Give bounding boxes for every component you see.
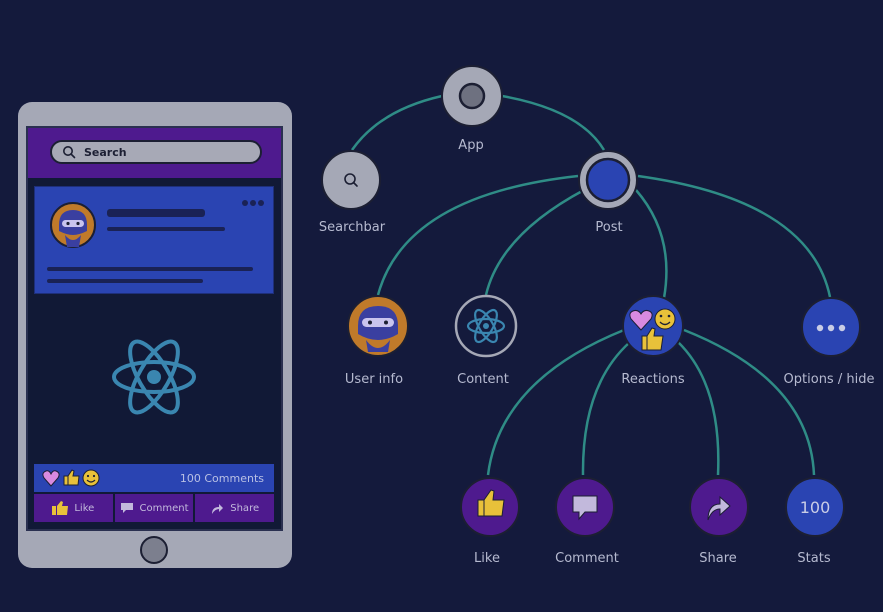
- node-post[interactable]: Post: [578, 150, 638, 235]
- node-label-share: Share: [699, 551, 737, 566]
- edge-reactions-share: [677, 341, 720, 476]
- node-content[interactable]: Content: [454, 294, 518, 387]
- node-label-like: Like: [474, 551, 500, 566]
- edge-app-post: [501, 94, 606, 151]
- node-label-post: Post: [595, 220, 622, 235]
- node-userinfo[interactable]: User info: [345, 295, 409, 387]
- edge-app-searchbar: [350, 94, 443, 151]
- node-label-content: Content: [457, 372, 509, 387]
- node-reactions[interactable]: Reactions: [621, 295, 685, 387]
- app-icon: [458, 82, 486, 110]
- edge-reactions-like: [486, 328, 625, 476]
- node-label-stats: Stats: [797, 551, 830, 566]
- node-options[interactable]: Options / hide: [784, 297, 875, 387]
- post-icon: [585, 157, 631, 203]
- edge-post-reactions: [635, 189, 668, 299]
- node-label-app: App: [458, 138, 483, 153]
- node-comment[interactable]: Comment: [555, 477, 619, 566]
- node-like[interactable]: Like: [460, 477, 520, 566]
- component-tree-diagram: App Searchbar Post User info Content Rea…: [319, 65, 875, 566]
- node-stats[interactable]: 100 Stats: [785, 477, 845, 566]
- node-share[interactable]: Share: [689, 477, 749, 566]
- node-label-searchbar: Searchbar: [319, 220, 386, 235]
- node-label-reactions: Reactions: [621, 372, 684, 387]
- node-label-userinfo: User info: [345, 372, 403, 387]
- edge-post-userinfo: [376, 174, 579, 296]
- tree-edges: [350, 94, 832, 476]
- stats-value: 100: [800, 498, 831, 517]
- node-searchbar[interactable]: Searchbar: [319, 150, 386, 235]
- node-label-comment: Comment: [555, 551, 619, 566]
- node-label-options: Options / hide: [784, 372, 875, 387]
- edge-reactions-comment: [581, 341, 631, 476]
- node-app[interactable]: App: [441, 65, 503, 153]
- edge-reactions-stats: [683, 328, 816, 476]
- more-options-icon: [816, 324, 846, 332]
- edge-post-content: [484, 188, 585, 296]
